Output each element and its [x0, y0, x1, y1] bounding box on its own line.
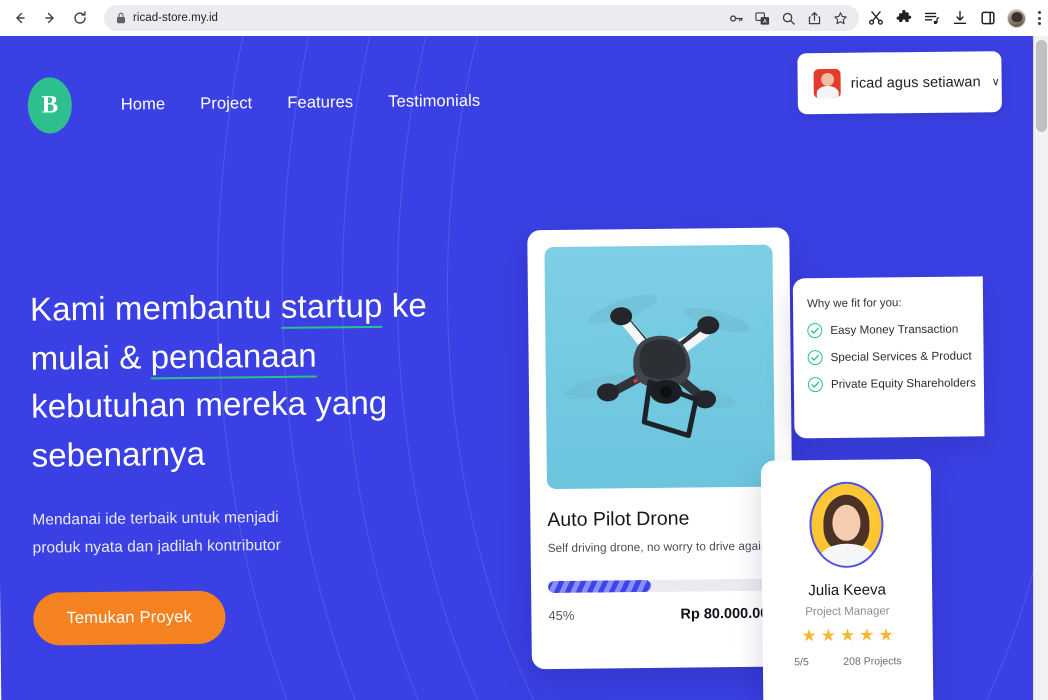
user-name-label: ricad agus setiawan	[850, 73, 981, 92]
chevron-down-icon: ∨	[991, 76, 1000, 89]
project-card[interactable]: Auto Pilot Drone Self driving drone, no …	[527, 227, 794, 670]
bookmark-star-icon[interactable]	[832, 10, 849, 27]
project-image-drone	[544, 244, 776, 490]
hero-subtitle-line1: Mendanai ide terbaik untuk menjadi	[32, 508, 279, 529]
extensions-puzzle-icon[interactable]	[895, 10, 912, 27]
why-we-fit-label: Special Services & Product	[830, 349, 972, 364]
project-title: Auto Pilot Drone	[547, 507, 690, 532]
star-icon: ★	[859, 625, 875, 645]
logo-letter: B	[41, 91, 59, 119]
nav-item-features[interactable]: Features	[287, 93, 353, 113]
nav-item-testimonials[interactable]: Testimonials	[388, 91, 480, 111]
site-logo[interactable]: B	[27, 77, 73, 134]
testimonial-projects-count: 208 Projects	[843, 655, 902, 668]
reload-button[interactable]	[66, 4, 94, 32]
hero-title-highlight-pendanaan: pendanaan	[150, 336, 317, 379]
project-progress-fill	[548, 579, 651, 594]
testimonial-card[interactable]: Julia Keeva Project Manager ★ ★ ★ ★ ★ 5/5 20…	[760, 458, 934, 700]
cut-scissors-icon[interactable]	[867, 10, 884, 27]
testimonial-role: Project Manager	[805, 605, 890, 619]
back-button[interactable]	[6, 4, 34, 32]
page-skew-wrapper: B Home Project Features Testimonials ric…	[0, 28, 1048, 700]
testimonial-rating-value: 5/5	[794, 656, 809, 669]
testimonial-star-rating: ★ ★ ★ ★ ★	[763, 625, 933, 646]
project-progress-bar	[548, 578, 777, 594]
star-icon: ★	[801, 626, 817, 646]
why-we-fit-item: Special Services & Product	[807, 348, 984, 366]
zoom-search-icon[interactable]	[780, 10, 797, 27]
password-key-icon[interactable]	[728, 10, 745, 27]
side-panel-icon[interactable]	[979, 10, 996, 27]
drone-illustration	[563, 294, 751, 439]
check-circle-icon	[807, 323, 823, 339]
project-progress-percent: 45%	[548, 607, 575, 624]
svg-text:A: A	[763, 19, 767, 25]
find-project-button[interactable]: Temukan Proyek	[33, 590, 226, 646]
hero-section: B Home Project Features Testimonials ric…	[0, 28, 1042, 700]
hero-copy: Kami membantu startup ke mulai & pendana…	[30, 281, 464, 646]
why-we-fit-label: Private Equity Shareholders	[830, 376, 977, 391]
avatar-body	[820, 543, 873, 569]
hero-title-highlight-startup: startup	[280, 286, 383, 329]
why-we-fit-item: Private Equity Shareholders	[807, 375, 984, 393]
user-avatar	[813, 68, 841, 99]
nav-item-project[interactable]: Project	[200, 94, 252, 114]
why-we-fit-title: Why we fit for you:	[806, 297, 902, 311]
chrome-menu-icon[interactable]	[1037, 11, 1041, 25]
page-scrollbar[interactable]	[1033, 28, 1048, 700]
translate-icon[interactable]: A	[754, 10, 771, 27]
user-account-dropdown[interactable]: ricad agus setiawan ∨	[797, 51, 1002, 115]
hero-subtitle-line2: produk nyata dan jadilah kontributor	[32, 536, 281, 557]
navigation-buttons	[0, 4, 94, 32]
why-we-fit-card: Why we fit for you: Easy Money Transacti…	[792, 276, 985, 439]
testimonial-avatar	[808, 481, 884, 569]
avatar-face	[832, 504, 861, 541]
why-we-fit-label: Easy Money Transaction	[830, 322, 959, 337]
browser-toolbar: ricad-store.my.id A	[0, 0, 1048, 36]
reading-list-icon[interactable]	[923, 10, 940, 27]
scrollbar-thumb[interactable]	[1036, 40, 1047, 132]
testimonial-name: Julia Keeva	[808, 581, 887, 600]
project-progress-meta: 45% Rp 80.000.000	[548, 606, 776, 624]
main-navigation: Home Project Features Testimonials	[121, 91, 481, 114]
project-description: Self driving drone, no worry to drive ag…	[547, 538, 768, 556]
omnibox-actions: A	[728, 10, 853, 27]
share-icon[interactable]	[806, 10, 823, 27]
hero-title-part1: Kami membantu	[29, 287, 282, 328]
nav-item-home[interactable]: Home	[121, 95, 166, 114]
hero-subtitle: Mendanai ide terbaik untuk menjadi produ…	[32, 502, 463, 562]
address-bar[interactable]: ricad-store.my.id A	[104, 5, 859, 31]
page-viewport: B Home Project Features Testimonials ric…	[0, 28, 1048, 700]
forward-button[interactable]	[36, 4, 64, 32]
url-text: ricad-store.my.id	[133, 12, 218, 24]
page-title: Kami membantu startup ke mulai & pendana…	[30, 281, 462, 480]
check-circle-icon	[807, 350, 823, 366]
chrome-profile-avatar[interactable]	[1007, 8, 1026, 28]
testimonial-meta: 5/5 208 Projects	[763, 655, 933, 669]
check-circle-icon	[807, 377, 823, 393]
why-we-fit-item: Easy Money Transaction	[807, 321, 983, 339]
lock-icon	[116, 12, 126, 24]
star-icon: ★	[839, 625, 856, 645]
toolbar-extensions	[867, 8, 1048, 28]
download-icon[interactable]	[951, 10, 968, 27]
hero-title-part3: kebutuhan mereka yang sebenarnya	[30, 383, 388, 474]
star-icon: ★	[878, 625, 894, 645]
star-icon: ★	[820, 625, 837, 646]
